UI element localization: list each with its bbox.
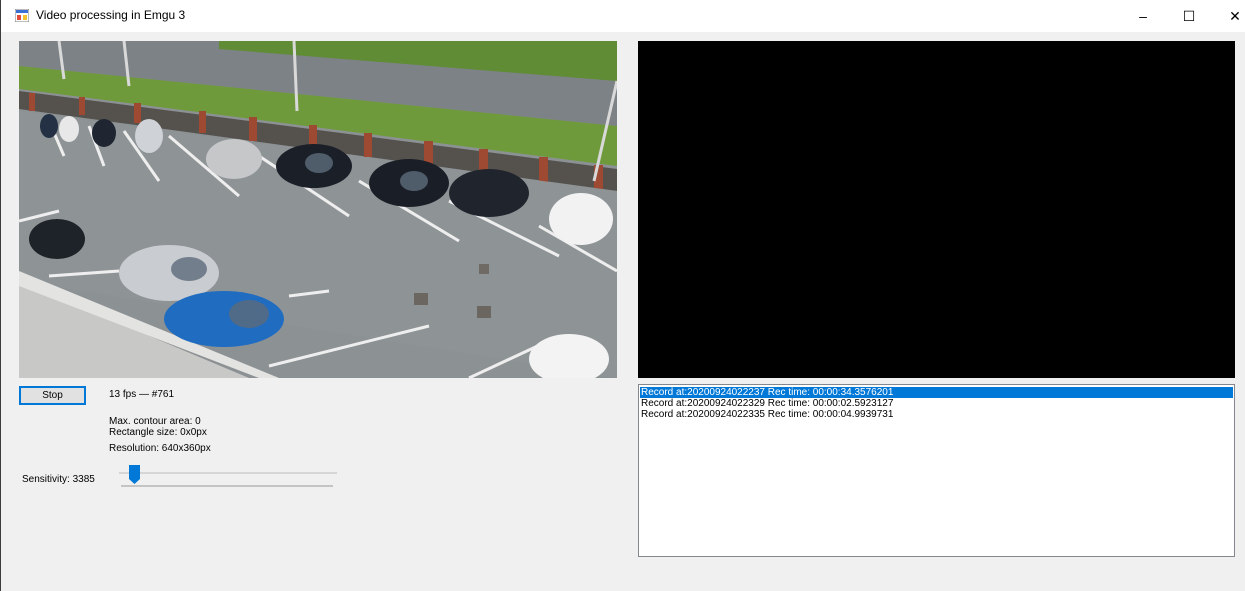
list-item[interactable]: Record at:20200924022335 Rec time: 00:00… [640,409,1233,420]
video-frame [19,41,617,378]
fps-counter: 13 fps — #761 [109,389,175,400]
slider-tick-line [121,485,333,487]
resolution-label: Resolution: 640x360px [109,443,211,454]
sensitivity-label: Sensitivity: 3385 [22,474,95,485]
records-listbox[interactable]: Record at:20200924022237 Rec time: 00:00… [638,384,1235,557]
rectangle-size-label: Rectangle size: 0x0px [109,427,207,438]
list-item[interactable]: Record at:20200924022237 Rec time: 00:00… [640,387,1233,398]
main-window: Video processing in Emgu 3 – ☐ ✕ Stop 13… [0,0,1245,591]
minimize-button[interactable]: – [1120,0,1166,32]
maximize-icon: ☐ [1182,7,1196,24]
slider-thumb[interactable] [129,465,140,484]
window-title: Video processing in Emgu 3 [36,8,186,22]
max-contour-area-label: Max. contour area: 0 [109,416,201,427]
title-bar[interactable]: Video processing in Emgu 3 – ☐ ✕ [1,0,1245,32]
camera-image [19,41,617,378]
stop-button[interactable]: Stop [19,386,86,405]
processed-output-view [638,41,1235,378]
slider-track[interactable] [119,472,337,474]
list-item[interactable]: Record at:20200924022329 Rec time: 00:00… [640,398,1233,409]
app-window-icon [15,9,29,22]
close-icon: ✕ [1229,7,1241,24]
close-button[interactable]: ✕ [1212,0,1245,32]
maximize-button[interactable]: ☐ [1166,0,1212,32]
minimize-icon: – [1139,8,1147,24]
